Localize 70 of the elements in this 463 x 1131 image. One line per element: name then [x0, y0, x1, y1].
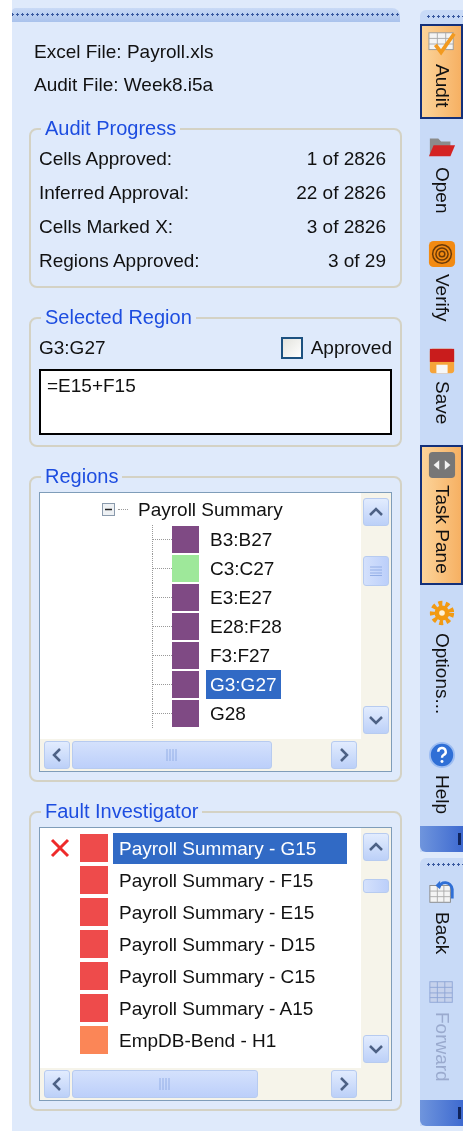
fault-item[interactable]: Payroll Summary - D15	[113, 928, 347, 960]
toolbar-options-button[interactable]: Options...	[420, 593, 463, 727]
fault-item[interactable]: Payroll Summary - A15	[113, 992, 347, 1024]
fault-item[interactable]: Payroll Summary - E15	[113, 896, 347, 928]
fingerprint-icon	[427, 239, 456, 268]
scroll-right-button[interactable]	[331, 741, 357, 769]
scroll-thumb[interactable]	[72, 741, 272, 769]
stat-value: 3 of 29	[327, 249, 386, 273]
tree-item[interactable]: E28:F28	[206, 612, 286, 641]
settings-icon	[427, 599, 456, 628]
tree-item[interactable]: Payroll Summary	[134, 494, 287, 524]
stat-label: Regions Approved:	[39, 249, 200, 273]
tree-item[interactable]: F3:F27	[206, 641, 275, 670]
scroll-thumb[interactable]	[363, 556, 389, 586]
horizontal-scrollbar[interactable]	[40, 1068, 391, 1100]
scroll-left-button[interactable]	[44, 1070, 70, 1098]
group-title: Audit Progress	[44, 117, 178, 140]
scroll-up-button[interactable]	[363, 498, 389, 526]
fault-item[interactable]: Payroll Summary - F15	[113, 864, 347, 896]
scroll-right-button[interactable]	[331, 1070, 357, 1098]
toolbar-back-button[interactable]: Back	[420, 871, 463, 973]
grid-check-icon	[427, 30, 456, 58]
stat-value: 3 of 2826	[306, 215, 386, 239]
toolbar-save-button[interactable]: Save	[420, 341, 463, 437]
toolbar-task-pane-button[interactable]: Task Pane	[420, 444, 463, 586]
collapse-icon[interactable]	[102, 502, 115, 516]
fault-item[interactable]: Payroll Summary - C15	[113, 960, 347, 992]
group-title: Selected Region	[44, 306, 193, 329]
region-range: G3:G27	[39, 336, 106, 360]
file-info: Excel File: Payroll.xls	[34, 40, 215, 64]
approved-checkbox[interactable]: Approved	[280, 331, 392, 365]
vertical-scrollbar[interactable]	[361, 828, 391, 1068]
scroll-thumb[interactable]	[72, 1070, 258, 1098]
chevron-up-icon	[369, 842, 383, 852]
chevron-up-icon	[369, 507, 383, 517]
stat-label: Cells Approved:	[39, 147, 173, 171]
scroll-down-button[interactable]	[363, 1035, 389, 1063]
help-icon	[427, 740, 456, 769]
chevron-down-icon	[369, 1044, 383, 1054]
fault-item[interactable]: EmpDB-Bend - H1	[113, 1024, 347, 1056]
scroll-up-button[interactable]	[363, 833, 389, 861]
pane-toggle-icon	[427, 450, 456, 479]
stat-value: 22 of 2826	[296, 181, 386, 205]
stat-label: Inferred Approval:	[39, 181, 189, 205]
tree-item[interactable]: B3:B27	[206, 525, 277, 554]
scroll-down-button[interactable]	[363, 706, 389, 734]
group-title: Fault Investigator	[44, 800, 200, 823]
vertical-scrollbar[interactable]	[361, 493, 391, 739]
chevron-left-icon	[52, 748, 62, 762]
tree-item[interactable]: G28	[206, 699, 250, 728]
scroll-left-button[interactable]	[44, 741, 70, 769]
stat-value: 1 of 2826	[306, 147, 386, 171]
horizontal-scrollbar[interactable]	[40, 739, 391, 771]
chevron-down-icon	[369, 715, 383, 725]
chevron-right-icon	[339, 1077, 349, 1091]
stat-label: Cells Marked X:	[39, 215, 174, 239]
file-info: Audit File: Week8.i5a	[34, 73, 215, 97]
tree-item[interactable]: E3:E27	[206, 583, 277, 612]
formula-field[interactable]: =E15+F15	[39, 369, 392, 435]
group-title: Regions	[44, 465, 120, 488]
chevron-right-icon	[339, 748, 349, 762]
toolbar-audit-button[interactable]: Audit	[420, 24, 463, 120]
toolbar-open-button[interactable]: Open	[420, 127, 463, 226]
scroll-thumb[interactable]	[363, 879, 389, 893]
tree-item[interactable]: G3:G27	[206, 670, 281, 699]
toolbar-verify-button[interactable]: Verify	[420, 233, 463, 334]
chevron-left-icon	[52, 1077, 62, 1091]
toolbar-help-button[interactable]: Help	[420, 734, 463, 826]
fault-item[interactable]: Payroll Summary - G15	[113, 832, 347, 864]
tree-item[interactable]: C3:C27	[206, 554, 279, 583]
